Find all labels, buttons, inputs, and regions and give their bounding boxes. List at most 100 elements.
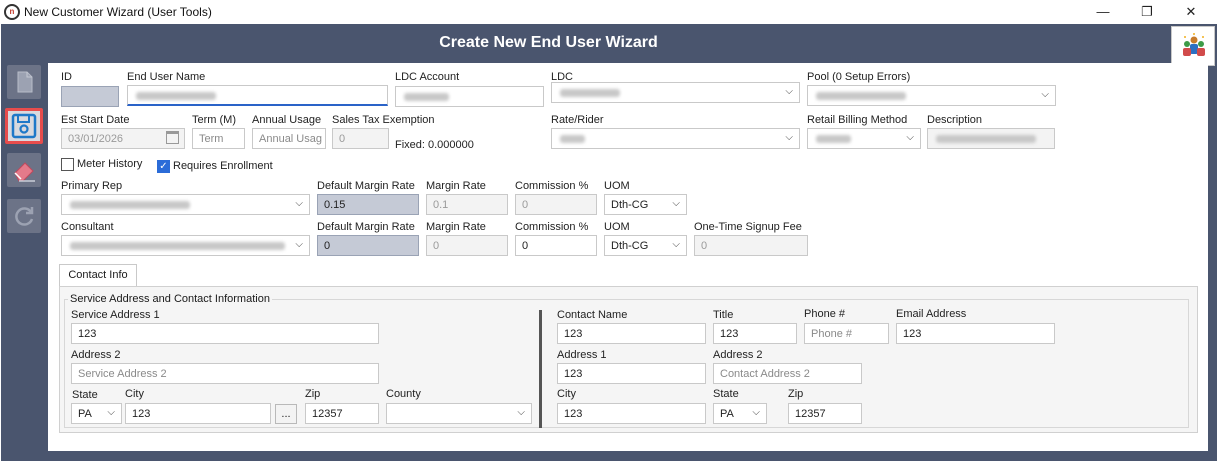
contact-address-2-input[interactable]: Contact Address 2 [713, 363, 862, 384]
service-address-2-label: Address 2 [71, 349, 121, 361]
service-state-select[interactable]: PA ⌵ [71, 403, 122, 424]
contact-address-1-label: Address 1 [557, 349, 607, 361]
chevron-down-icon: ⌵ [295, 239, 303, 250]
est-start-date-input[interactable]: 03/01/2026 [61, 128, 185, 149]
annual-usage-label: Annual Usage [252, 114, 322, 126]
meter-history-checkbox[interactable] [61, 158, 74, 171]
eraser-icon [14, 162, 35, 182]
consultant-default-margin-input[interactable]: 0 [317, 235, 419, 256]
consultant-margin-rate-input[interactable]: 0 [426, 235, 508, 256]
ldc-select[interactable]: ⌵ [551, 82, 800, 103]
contact-city-input[interactable]: 123 [557, 403, 706, 424]
service-city-input[interactable]: 123 [125, 403, 271, 424]
chevron-down-icon: ⌵ [785, 132, 793, 143]
service-city-label: City [125, 388, 144, 400]
service-zip-label: Zip [305, 388, 321, 400]
chevron-down-icon: ⌵ [295, 198, 303, 209]
retail-billing-method-select[interactable]: ⌵ [807, 128, 921, 149]
county-select[interactable]: ⌵ [386, 403, 532, 424]
consultant-uom-label: UOM [604, 221, 630, 233]
county-label: County [386, 388, 421, 400]
rate-rider-label: Rate/Rider [551, 114, 604, 126]
window-title: New Customer Wizard (User Tools) [24, 5, 212, 19]
refresh-button[interactable] [7, 199, 41, 233]
close-button[interactable]: ✕ [1171, 0, 1211, 24]
est-start-date-label: Est Start Date [61, 114, 130, 126]
end-user-name-input[interactable] [127, 85, 388, 106]
signup-fee-input[interactable]: 0 [694, 235, 808, 256]
new-button[interactable] [7, 65, 41, 99]
chevron-down-icon: ⌵ [672, 198, 680, 209]
consultant-commission-input[interactable]: 0 [515, 235, 597, 256]
est-start-date-value: 03/01/2026 [68, 133, 124, 145]
requires-enrollment-label: Requires Enrollment [173, 160, 273, 172]
chevron-down-icon: ⌵ [107, 407, 115, 418]
primary-rep-select[interactable]: ⌵ [61, 194, 310, 215]
service-address-2-placeholder: Service Address 2 [78, 368, 167, 380]
consultant-uom-select[interactable]: Dth-CG ⌵ [604, 235, 687, 256]
primary-commission-label: Commission % [515, 180, 589, 192]
rate-rider-select[interactable]: ⌵ [551, 128, 800, 149]
city-lookup-button[interactable]: ... [275, 404, 297, 424]
id-field[interactable] [61, 86, 119, 107]
pool-select[interactable]: ⌵ [807, 85, 1056, 106]
phone-input[interactable]: Phone # [804, 323, 889, 344]
contact-group-title: Service Address and Contact Information [68, 293, 272, 305]
contact-name-label: Contact Name [557, 309, 628, 321]
contact-address-1-input[interactable]: 123 [557, 363, 706, 384]
pool-label: Pool (0 Setup Errors) [807, 71, 911, 83]
annual-usage-input[interactable]: Annual Usag [252, 128, 326, 149]
sales-tax-exemption-label: Sales Tax Exemption [332, 114, 435, 126]
requires-enrollment-checkbox[interactable]: ✓ [157, 160, 170, 173]
tab-contact-info[interactable]: Contact Info [59, 264, 137, 286]
description-input[interactable] [927, 128, 1055, 149]
meter-history-label: Meter History [77, 158, 143, 170]
chevron-down-icon: ⌵ [785, 86, 793, 97]
email-label: Email Address [896, 308, 967, 320]
calendar-icon[interactable] [166, 131, 179, 144]
primary-default-margin-input[interactable]: 0.15 [317, 194, 419, 215]
chevron-down-icon: ⌵ [752, 407, 760, 418]
primary-default-margin-label: Default Margin Rate [317, 180, 415, 192]
users-button[interactable] [1171, 26, 1215, 66]
sales-tax-input[interactable]: 0 [332, 128, 389, 149]
email-input[interactable]: 123 [896, 323, 1055, 344]
new-document-icon [17, 71, 33, 93]
annual-usage-placeholder: Annual Usag [259, 133, 322, 145]
consultant-label: Consultant [61, 221, 114, 233]
primary-commission-input[interactable]: 0 [515, 194, 597, 215]
minimize-button[interactable]: — [1083, 0, 1123, 24]
maximize-button[interactable]: ❐ [1127, 0, 1167, 24]
ldc-account-label: LDC Account [395, 71, 460, 83]
consultant-select[interactable]: ⌵ [61, 235, 310, 256]
contact-title-input[interactable]: 123 [713, 323, 797, 344]
window-titlebar: n New Customer Wizard (User Tools) — ❐ ✕ [0, 0, 1219, 24]
service-address-2-input[interactable]: Service Address 2 [71, 363, 379, 384]
contact-address-2-placeholder: Contact Address 2 [720, 368, 810, 380]
service-state-label: State [72, 389, 98, 401]
contact-state-select[interactable]: PA ⌵ [713, 403, 767, 424]
primary-uom-value: Dth-CG [611, 199, 649, 211]
term-label: Term (M) [192, 114, 236, 126]
consultant-default-margin-label: Default Margin Rate [317, 221, 415, 233]
phone-label: Phone # [804, 308, 845, 320]
contact-city-label: City [557, 388, 576, 400]
page-title: Create New End User Wizard [439, 34, 658, 51]
primary-margin-rate-input[interactable]: 0.1 [426, 194, 508, 215]
save-button[interactable] [5, 108, 43, 144]
primary-uom-label: UOM [604, 180, 630, 192]
contact-zip-input[interactable]: 12357 [788, 403, 862, 424]
service-address-1-input[interactable]: 123 [71, 323, 379, 344]
clear-button[interactable] [7, 153, 41, 187]
contact-name-input[interactable]: 123 [557, 323, 706, 344]
id-label: ID [61, 71, 72, 83]
signup-fee-label: One-Time Signup Fee [694, 221, 802, 233]
column-divider [539, 310, 542, 428]
term-input[interactable]: Term [192, 128, 245, 149]
term-placeholder: Term [199, 133, 224, 145]
primary-uom-select[interactable]: Dth-CG ⌵ [604, 194, 687, 215]
chevron-down-icon: ⌵ [906, 132, 914, 143]
ldc-account-input[interactable] [395, 86, 544, 107]
service-zip-input[interactable]: 12357 [305, 403, 379, 424]
service-state-value: PA [78, 408, 92, 420]
